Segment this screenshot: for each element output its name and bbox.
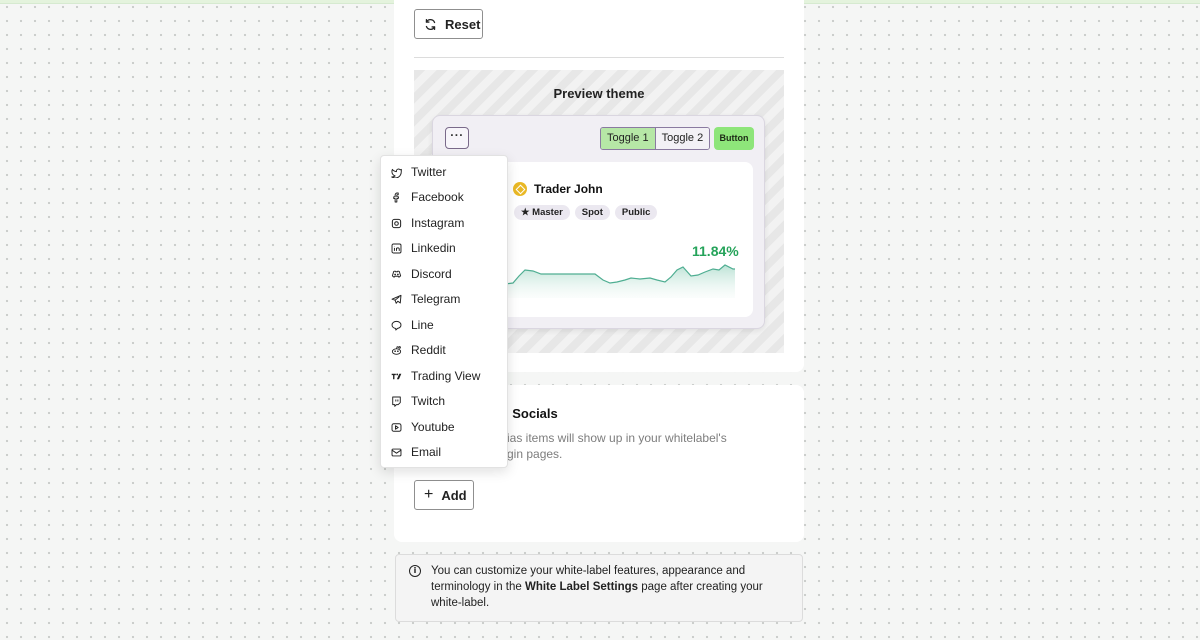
reddit-icon xyxy=(391,345,402,356)
socials-description: ias items will show up in your whitelabe… xyxy=(507,431,727,461)
twitter-icon xyxy=(391,167,402,178)
preview-title: Preview theme xyxy=(553,86,645,101)
facebook-icon xyxy=(391,192,402,203)
discord-icon xyxy=(391,269,402,280)
socials-heading: l Socials xyxy=(505,406,558,421)
preview-toggle-group: Toggle 1 Toggle 2 xyxy=(600,127,711,150)
menu-item-reddit[interactable]: Reddit xyxy=(391,341,446,359)
youtube-icon xyxy=(391,422,402,433)
star-icon: ★ xyxy=(521,207,530,218)
email-icon xyxy=(391,447,402,458)
trader-tags: ★ Master Spot Public xyxy=(514,205,658,220)
binance-icon xyxy=(513,182,527,196)
preview-button[interactable]: Button xyxy=(714,127,754,150)
menu-item-youtube[interactable]: Youtube xyxy=(391,418,455,436)
menu-item-twitter[interactable]: Twitter xyxy=(391,163,446,181)
menu-item-twitch[interactable]: Twitch xyxy=(391,392,445,410)
reset-icon xyxy=(424,18,437,31)
menu-item-line[interactable]: Line xyxy=(391,316,434,334)
tag-master: ★ Master xyxy=(514,205,570,220)
add-label: Add xyxy=(441,487,467,503)
more-options-button[interactable]: ··· xyxy=(445,127,469,149)
toggle-2[interactable]: Toggle 2 xyxy=(654,128,710,149)
plus-icon: + xyxy=(424,486,434,503)
menu-item-instagram[interactable]: Instagram xyxy=(391,214,464,232)
menu-item-discord[interactable]: Discord xyxy=(391,265,452,283)
linkedin-icon xyxy=(391,243,402,254)
menu-item-linkedin[interactable]: Linkedin xyxy=(391,239,456,257)
tag-spot: Spot xyxy=(574,205,610,220)
instagram-icon xyxy=(391,218,402,229)
add-social-button[interactable]: + Add xyxy=(414,480,474,510)
white-label-settings-link: White Label Settings xyxy=(524,581,639,593)
tradingview-icon xyxy=(391,371,402,382)
return-sparkline xyxy=(505,264,735,298)
reset-label: Reset xyxy=(445,16,481,32)
menu-item-email[interactable]: Email xyxy=(391,443,441,461)
twitch-icon xyxy=(391,396,402,407)
menu-item-facebook[interactable]: Facebook xyxy=(391,188,464,206)
section-divider xyxy=(414,57,784,58)
toggle-1[interactable]: Toggle 1 xyxy=(601,128,655,149)
socials-dropdown-menu: Twitter Facebook Instagram Linkedin Disc… xyxy=(380,155,508,468)
trader-name: Trader John xyxy=(534,182,603,196)
menu-item-trading-view[interactable]: Trading View xyxy=(391,367,480,385)
return-percent: 11.84% xyxy=(692,243,739,259)
tag-public: Public xyxy=(614,205,658,220)
menu-item-telegram[interactable]: Telegram xyxy=(391,290,460,308)
info-text: You can customize your white-label featu… xyxy=(431,565,763,609)
telegram-icon xyxy=(391,294,402,305)
info-icon: i xyxy=(409,565,421,577)
line-icon xyxy=(391,320,402,331)
reset-button[interactable]: Reset xyxy=(414,9,483,39)
